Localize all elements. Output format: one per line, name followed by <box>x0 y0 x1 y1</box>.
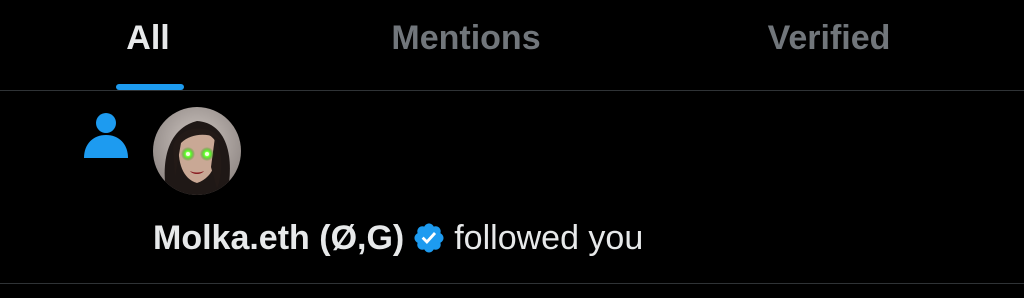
person-icon <box>84 113 128 158</box>
notification-tabs: All Mentions Verified <box>0 0 1024 91</box>
verified-badge-icon <box>414 223 444 253</box>
tab-verified-label: Verified <box>767 19 891 57</box>
active-tab-indicator <box>116 84 184 90</box>
notification-text: Molka.eth (Ø,G) followed you <box>153 214 643 262</box>
tab-all-label: All <box>126 19 170 57</box>
tab-mentions[interactable]: Mentions <box>297 0 637 91</box>
user-name[interactable]: Molka.eth (Ø,G) <box>153 214 404 262</box>
tab-all[interactable]: All <box>0 0 297 91</box>
avatar[interactable] <box>153 107 241 195</box>
tab-verified[interactable]: Verified <box>637 0 1024 91</box>
tab-mentions-label: Mentions <box>391 19 541 57</box>
notification-action: followed you <box>454 219 644 257</box>
follow-notification[interactable]: Molka.eth (Ø,G) followed you <box>0 92 1024 284</box>
